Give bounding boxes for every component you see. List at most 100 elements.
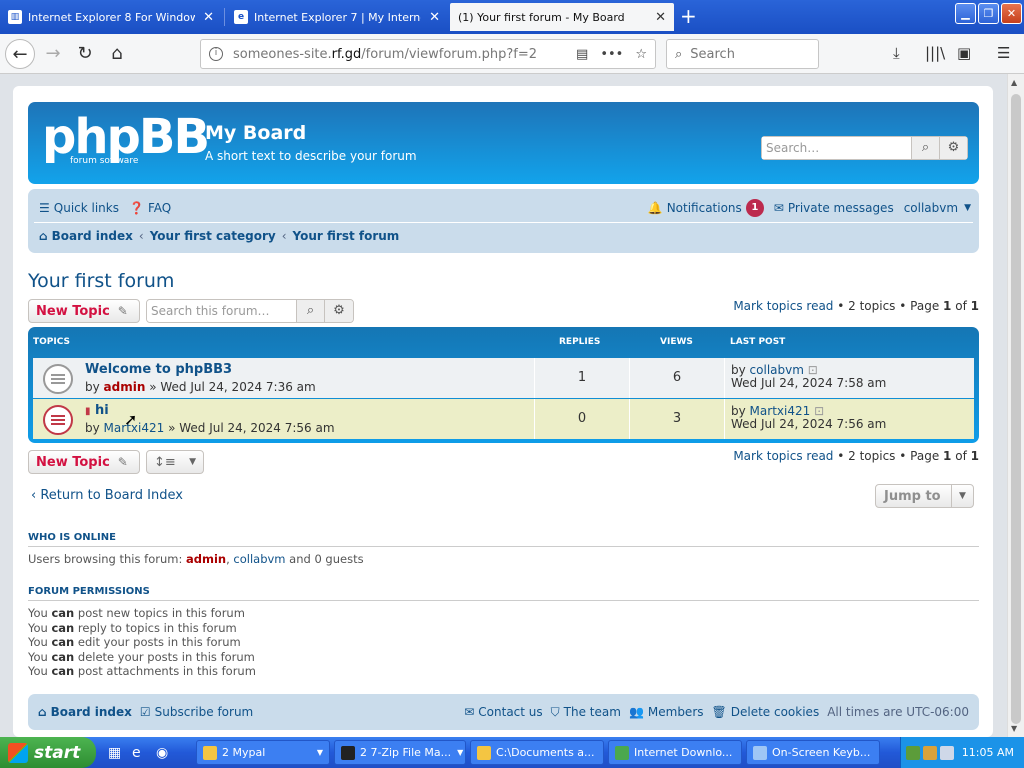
library-icon[interactable]: |||\ xyxy=(925,44,945,62)
subscribe-forum-link[interactable]: ☑ Subscribe forum xyxy=(140,705,253,719)
new-topic-button[interactable]: New Topic ✎ xyxy=(28,299,140,323)
taskbar-item-download[interactable]: Internet Downlo... xyxy=(608,740,742,765)
permission-line: You can post attachments in this forum xyxy=(28,664,256,678)
last-post-user-link[interactable]: Martxi421 xyxy=(750,404,811,418)
gear-icon[interactable]: ⚙ xyxy=(940,136,968,160)
download-manager-icon xyxy=(615,745,629,760)
volume-icon[interactable] xyxy=(939,745,954,760)
minimize-button[interactable]: ▁ xyxy=(955,3,976,24)
tab-title: Internet Explorer 8 For Windows XP xyxy=(28,10,196,24)
forward-button[interactable]: → xyxy=(38,39,68,69)
views-count: 6 xyxy=(630,358,725,398)
search-icon[interactable]: ⌕ xyxy=(912,136,940,160)
taskbar-item-7zip[interactable]: 2 7-Zip File Ma... ▼ xyxy=(334,740,466,765)
clock[interactable]: 11:05 AM xyxy=(962,746,1014,759)
scroll-thumb[interactable] xyxy=(1011,94,1021,724)
scroll-up-icon[interactable]: ▲ xyxy=(1011,78,1017,87)
the-team-link[interactable]: ⛉ The team xyxy=(551,705,621,720)
maximize-button[interactable]: ❐ xyxy=(978,3,999,24)
quicklaunch-ie-icon[interactable]: e xyxy=(132,745,141,761)
browser-tab-ie8[interactable]: ▥ Internet Explorer 8 For Windows XP ✕ xyxy=(0,3,222,31)
topic-title-link[interactable]: Welcome to phpBB3 xyxy=(85,362,232,377)
gear-icon[interactable]: ⚙ xyxy=(325,300,353,322)
page-actions-icon[interactable]: ••• xyxy=(600,47,623,62)
browser-tab-ie7[interactable]: e Internet Explorer 7 | My Internet Expl… xyxy=(226,3,448,31)
info-icon[interactable]: i xyxy=(209,47,223,61)
bookmark-star-icon[interactable]: ☆ xyxy=(635,47,647,62)
new-tab-button[interactable]: + xyxy=(680,5,697,27)
faq-link[interactable]: ❓ FAQ xyxy=(129,201,171,215)
7zip-icon xyxy=(341,745,355,760)
chevron-left-icon: ‹ xyxy=(31,488,37,503)
sort-options-button[interactable]: ↕≡ ▼ xyxy=(146,450,204,474)
footer-board-index-link[interactable]: ⌂ Board index xyxy=(38,705,132,719)
footer-nav: ⌂ Board index ☑ Subscribe forum ✉ Contac… xyxy=(28,694,979,730)
online-user-link[interactable]: collabvm xyxy=(233,552,285,566)
menu-icon[interactable]: ☰ xyxy=(997,44,1010,62)
ie-icon: e xyxy=(234,10,248,24)
search-icon[interactable]: ⌕ xyxy=(297,300,325,322)
goto-post-icon[interactable]: ⊡ xyxy=(814,404,824,418)
forum-search-input[interactable]: Search this forum… xyxy=(147,300,297,322)
user-menu[interactable]: collabvm ▼ xyxy=(904,201,971,215)
header-search-input[interactable]: Search… xyxy=(761,136,912,160)
online-user-link[interactable]: admin xyxy=(186,552,226,566)
quick-links[interactable]: ☰ Quick links xyxy=(39,201,119,215)
goto-post-icon[interactable]: ⊡ xyxy=(808,363,818,377)
question-icon: ❓ xyxy=(129,201,144,215)
site-title[interactable]: My Board xyxy=(205,122,306,144)
folder-icon xyxy=(477,745,491,760)
notifications-link[interactable]: 🔔 Notifications 1 xyxy=(648,199,764,217)
members-link[interactable]: 👥 Members xyxy=(629,705,704,719)
contact-us-link[interactable]: ✉ Contact us xyxy=(464,705,542,719)
scroll-down-icon[interactable]: ▼ xyxy=(1011,724,1017,733)
private-messages-link[interactable]: ✉ Private messages xyxy=(774,201,894,215)
browser-nav-bar: ← → ↻ ⌂ i someones-site.rf.gd/forum/view… xyxy=(0,34,1024,74)
sidebar-icon[interactable]: ▣ xyxy=(957,44,971,62)
faq-label: FAQ xyxy=(147,201,172,215)
browser-tab-forum[interactable]: (1) Your first forum - My Board ✕ xyxy=(450,3,674,31)
close-window-button[interactable]: ✕ xyxy=(1001,3,1022,24)
page-label: Page xyxy=(910,299,940,313)
quicklaunch-media-icon[interactable]: ◉ xyxy=(156,745,168,761)
search-placeholder: Search xyxy=(690,46,735,62)
forum-title[interactable]: Your first forum xyxy=(28,270,174,292)
topic-title-link[interactable]: ▮ hi xyxy=(85,403,109,418)
window-controls: ▁ ❐ ✕ xyxy=(955,3,1022,24)
back-button[interactable]: ← xyxy=(5,39,35,69)
phpbb-logo[interactable]: phpBB forum software xyxy=(42,113,210,166)
return-to-board-link[interactable]: ‹ Return to Board Index xyxy=(31,488,183,503)
header-views: VIEWS xyxy=(660,337,693,347)
last-post-date: Wed Jul 24, 2024 7:56 am xyxy=(731,417,887,431)
pagination-bottom: Mark topics read • 2 topics • Page 1 of … xyxy=(733,449,979,463)
close-tab-icon[interactable]: ✕ xyxy=(429,10,440,25)
tray-app-icon[interactable] xyxy=(922,745,937,760)
new-post-icon: ▮ xyxy=(85,406,91,417)
new-topic-button-bottom[interactable]: New Topic ✎ xyxy=(28,450,140,474)
close-tab-icon[interactable]: ✕ xyxy=(655,10,666,25)
jump-to-dropdown[interactable]: Jump to ▼ xyxy=(875,484,974,508)
reader-view-icon[interactable]: ▤ xyxy=(576,47,588,62)
breadcrumb-category[interactable]: Your first category xyxy=(150,229,276,243)
download-icon[interactable]: ⤓ xyxy=(893,44,900,62)
home-button[interactable]: ⌂ xyxy=(102,39,132,69)
taskbar-item-documents[interactable]: C:\Documents a... xyxy=(470,740,604,765)
delete-cookies-link[interactable]: 🗑 Delete cookies xyxy=(712,705,820,719)
mark-topics-read-link[interactable]: Mark topics read xyxy=(733,299,833,313)
browser-search-input[interactable]: ⌕ Search xyxy=(666,39,819,69)
taskbar-item-osk[interactable]: On-Screen Keyb... xyxy=(746,740,880,765)
last-post-user-link[interactable]: collabvm xyxy=(750,363,804,377)
breadcrumb-board-index[interactable]: Board index xyxy=(52,229,133,243)
reload-button[interactable]: ↻ xyxy=(70,39,100,69)
network-icon[interactable] xyxy=(905,745,920,760)
mark-topics-read-link[interactable]: Mark topics read xyxy=(733,449,833,463)
page-scrollbar[interactable]: ▲ ▼ xyxy=(1007,74,1024,737)
url-bar[interactable]: i someones-site.rf.gd/forum/viewforum.ph… xyxy=(200,39,656,69)
quicklaunch-explorer-icon[interactable]: ▦ xyxy=(108,745,121,761)
start-button[interactable]: start xyxy=(0,737,96,768)
caret-down-icon: ▼ xyxy=(951,485,973,507)
taskbar-item-mypal[interactable]: 2 Mypal ▼ xyxy=(196,740,330,765)
topic-author-link[interactable]: admin xyxy=(104,380,146,394)
close-tab-icon[interactable]: ✕ xyxy=(203,10,214,25)
breadcrumb-forum[interactable]: Your first forum xyxy=(293,229,400,243)
